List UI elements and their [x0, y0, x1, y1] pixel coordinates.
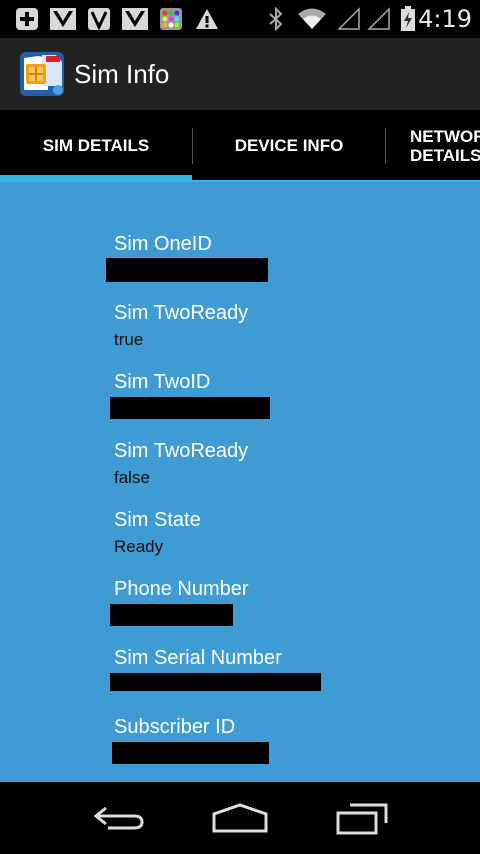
field-sim-one-id: Sim OneID — [114, 232, 212, 256]
redacted-value — [110, 673, 321, 691]
selected-tab-indicator — [0, 175, 192, 182]
redacted-value — [110, 397, 270, 419]
signal-icon — [336, 7, 362, 31]
tab-bar: SIM DETAILS DEVICE INFO NETWORK DETAILS — [0, 110, 480, 182]
bluetooth-icon — [266, 7, 286, 31]
back-icon — [93, 806, 144, 830]
status-bar: 4:19 — [0, 0, 480, 38]
field-label: Phone Number — [114, 578, 249, 600]
tab-device-info[interactable]: DEVICE INFO — [193, 110, 385, 182]
clock-time: 4:19 — [418, 5, 472, 33]
battery-icon — [398, 6, 418, 31]
field-value: false — [114, 468, 150, 487]
field-label: Sim Serial Number — [114, 647, 282, 669]
field-label: Sim TwoReady — [114, 302, 249, 324]
field-label: Sim State — [114, 509, 201, 531]
field-label: Sim TwoID — [114, 371, 211, 393]
redacted-value — [112, 742, 269, 764]
grid-app-icon — [158, 7, 184, 31]
back-button[interactable] — [80, 796, 160, 840]
tab-label: NETWORK DETAILS — [410, 127, 480, 165]
field-sim-serial-number: Sim Serial Number — [114, 646, 282, 670]
wifi-icon — [296, 7, 328, 31]
app-notification-icon — [48, 7, 78, 31]
field-subscriber-id: Subscriber ID — [114, 715, 235, 739]
tab-network-details[interactable]: NETWORK DETAILS — [386, 110, 480, 182]
home-button[interactable] — [200, 796, 280, 840]
field-value: true — [114, 330, 144, 349]
home-icon — [212, 803, 268, 833]
redacted-value — [110, 604, 233, 626]
field-sim-two-ready: Sim TwoReady true — [114, 301, 248, 351]
sim-details-panel: Sim OneID Sim TwoReady true Sim TwoID Si… — [0, 182, 480, 782]
app-notification-icon — [120, 7, 150, 31]
redacted-value — [106, 258, 268, 282]
tab-label: DEVICE INFO — [234, 136, 344, 155]
field-phone-number: Phone Number — [114, 577, 249, 601]
field-sim-two-ready: Sim TwoReady false — [114, 439, 248, 489]
app-title: Sim Info — [74, 59, 170, 89]
navigation-bar — [0, 782, 480, 854]
sim-card-app-icon[interactable] — [18, 50, 66, 98]
recent-apps-icon — [336, 803, 388, 835]
field-label: Sim TwoReady — [114, 440, 249, 462]
field-value: Ready — [114, 537, 164, 556]
field-label: Sim OneID — [114, 233, 212, 255]
tab-label: SIM DETAILS — [42, 136, 150, 155]
field-sim-state: Sim State Ready — [114, 508, 201, 558]
recent-apps-button[interactable] — [322, 796, 402, 840]
field-sim-two-id: Sim TwoID — [114, 370, 210, 394]
field-label: Subscriber ID — [114, 716, 236, 738]
tab-sim-details[interactable]: SIM DETAILS — [0, 110, 192, 182]
vine-icon — [86, 7, 112, 31]
warning-icon — [194, 7, 220, 31]
action-bar: Sim Info — [0, 38, 480, 110]
signal-icon — [366, 7, 392, 31]
plus-notification-icon — [14, 7, 40, 31]
